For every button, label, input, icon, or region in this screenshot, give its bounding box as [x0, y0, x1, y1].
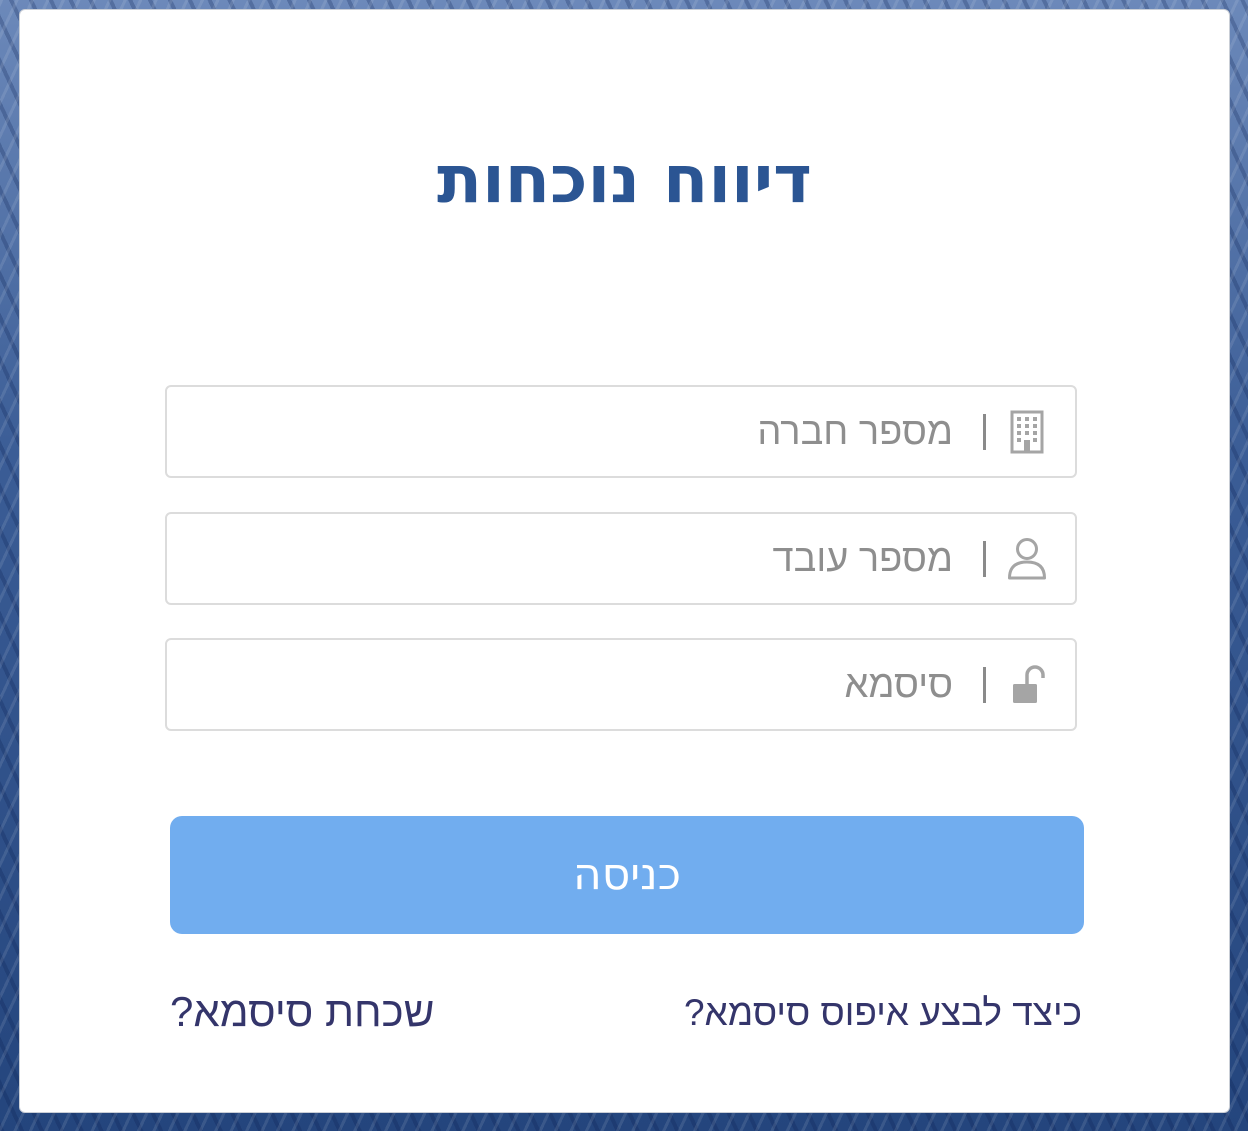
password-field: [165, 638, 1077, 731]
user-icon: [1007, 536, 1047, 582]
password-reset-help-link[interactable]: כיצד לבצע איפוס סיסמא?: [684, 992, 1082, 1034]
login-card: דיווח נוכחות מספר חברה מספר עובד כניסה כ…: [19, 9, 1230, 1113]
employee-number-field: [165, 512, 1077, 605]
company-number-input[interactable]: [193, 403, 953, 461]
building-icon: [1007, 409, 1047, 455]
field-separator: [983, 667, 986, 703]
login-button[interactable]: כניסה: [170, 816, 1084, 934]
employee-number-input[interactable]: [193, 530, 953, 588]
company-number-field: [165, 385, 1077, 478]
unlocked-padlock-icon: [1007, 662, 1047, 708]
page-title: דיווח נוכחות: [437, 141, 812, 218]
field-separator: [983, 541, 986, 577]
forgot-password-link[interactable]: שכחת סיסמא?: [170, 988, 434, 1036]
password-input[interactable]: [193, 656, 953, 714]
field-separator: [983, 414, 986, 450]
